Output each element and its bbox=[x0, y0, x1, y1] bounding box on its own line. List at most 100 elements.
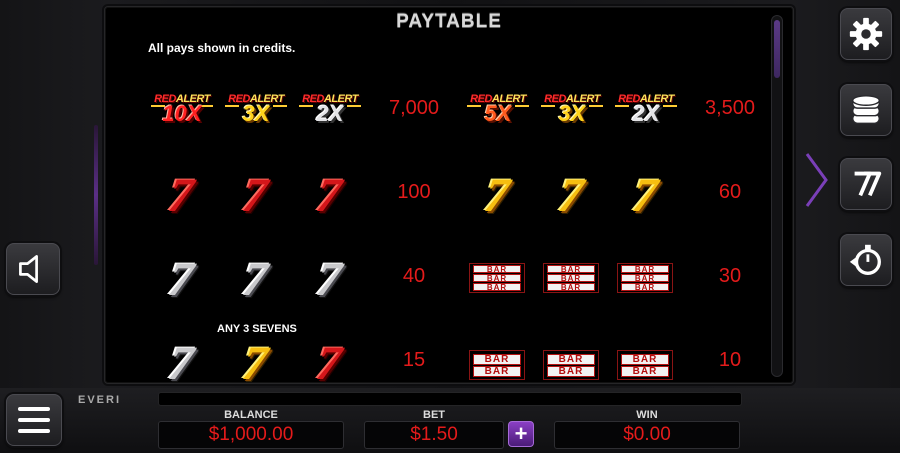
chevron-right-icon bbox=[804, 150, 830, 215]
message-bar bbox=[158, 392, 742, 406]
gold-seven-symbol: 7 bbox=[223, 337, 285, 390]
red-seven-symbol: 7 bbox=[149, 169, 211, 222]
triple-bar-block: BAR BAR BAR bbox=[543, 263, 599, 293]
multiplier-label: 10X bbox=[162, 101, 202, 126]
multiplier-label: 5X bbox=[484, 101, 512, 126]
pay-amount: 40 bbox=[402, 265, 426, 287]
multiplier-label: 2X bbox=[316, 101, 344, 126]
gold-seven-glyph: 7 bbox=[555, 169, 587, 222]
paytable-scrollbar[interactable] bbox=[771, 15, 783, 377]
red-alert-logo: REDALERT 2X bbox=[615, 91, 677, 131]
paytable-row: 7 7 7 40 BAR BAR BAR BAR BAR BAR BAR BAR BAR 30 bbox=[105, 253, 745, 313]
any-three-sevens-label: ANY 3 SEVENS bbox=[217, 323, 297, 335]
gold-seven-symbol: 7 bbox=[613, 169, 675, 222]
balance-meter: BALANCE $1,000.00 bbox=[158, 409, 344, 449]
sound-button[interactable] bbox=[6, 243, 60, 295]
multiplier-label: 2X bbox=[632, 101, 660, 126]
hamburger-icon bbox=[18, 407, 50, 433]
silver-seven-glyph: 7 bbox=[239, 253, 271, 306]
red-alert-logo: REDALERT 3X bbox=[541, 91, 603, 131]
balance-value: $1,000.00 bbox=[158, 421, 344, 449]
silver-seven-symbol: 7 bbox=[149, 253, 211, 306]
scroll-thumb[interactable] bbox=[774, 20, 780, 78]
triple-bar-block: BAR BAR BAR bbox=[469, 263, 525, 293]
triple-bar-symbol: BAR BAR BAR bbox=[465, 257, 527, 303]
bet-label: BET bbox=[423, 409, 445, 421]
red-alert-3x-symbol: REDALERT 3X bbox=[539, 89, 603, 135]
left-edge-glow bbox=[94, 125, 98, 265]
bar-label: BAR bbox=[547, 274, 595, 283]
red-alert-logo: REDALERT 2X bbox=[299, 91, 361, 131]
silver-seven-glyph: 7 bbox=[313, 253, 345, 306]
double-bar-symbol: BAR BAR bbox=[613, 341, 675, 387]
silver-seven-symbol: 7 bbox=[149, 337, 211, 390]
paytable-button[interactable] bbox=[840, 158, 892, 210]
red-seven-symbol: 7 bbox=[297, 337, 359, 390]
double-bar-symbol: BAR BAR bbox=[539, 341, 601, 387]
bar-label: BAR bbox=[473, 283, 521, 292]
pay-amount: 100 bbox=[397, 181, 431, 203]
paytable-row: 7 7 7 100 7 7 7 60 bbox=[105, 169, 745, 229]
multiplier-label: 3X bbox=[242, 101, 270, 126]
double-bar-block: BAR BAR bbox=[543, 350, 599, 380]
bar-label: BAR bbox=[547, 365, 595, 377]
balance-label: BALANCE bbox=[224, 409, 278, 421]
brand-text: EVERI bbox=[78, 394, 122, 406]
bar-label: BAR bbox=[473, 265, 521, 274]
bar-label: BAR bbox=[621, 353, 669, 365]
red-alert-logo: REDALERT 3X bbox=[225, 91, 287, 131]
red-alert-logo: REDALERT 5X bbox=[467, 91, 529, 131]
triple-bar-symbol: BAR BAR BAR bbox=[613, 257, 675, 303]
multiplier-label: 3X bbox=[558, 101, 586, 126]
triple-bar-block: BAR BAR BAR bbox=[617, 263, 673, 293]
coin-stack-icon bbox=[851, 95, 881, 125]
bar-label: BAR bbox=[547, 283, 595, 292]
gold-seven-glyph: 7 bbox=[481, 169, 513, 222]
bar-label: BAR bbox=[621, 274, 669, 283]
double-bar-block: BAR BAR bbox=[617, 350, 673, 380]
pay-amount: 30 bbox=[718, 265, 742, 287]
denomination-button[interactable] bbox=[840, 84, 892, 136]
triple-bar-symbol: BAR BAR BAR bbox=[539, 257, 601, 303]
pay-combination: REDALERT 10X REDALERT 3X REDALERT 2X 7,000 bbox=[149, 85, 449, 145]
paytable-row: REDALERT 10X REDALERT 3X REDALERT 2X 7,000 REDA… bbox=[105, 85, 755, 145]
red-alert-2x-symbol: REDALERT 2X bbox=[613, 89, 677, 135]
bar-label: BAR bbox=[473, 353, 521, 365]
win-value: $0.00 bbox=[554, 421, 740, 449]
red-alert-5x-symbol: REDALERT 5X bbox=[465, 89, 529, 135]
gold-seven-symbol: 7 bbox=[465, 169, 527, 222]
silver-seven-glyph: 7 bbox=[165, 253, 197, 306]
bar-label: BAR bbox=[621, 265, 669, 274]
game-history-button[interactable] bbox=[840, 234, 892, 286]
sevens-icon bbox=[854, 171, 882, 197]
paytable-panel: PAYTABLE All pays shown in credits. REDA… bbox=[104, 6, 794, 390]
red-alert-2x-symbol: REDALERT 2X bbox=[297, 89, 361, 135]
red-alert-logo: REDALERT 10X bbox=[151, 91, 213, 131]
pay-amount: 60 bbox=[718, 181, 742, 203]
win-label: WIN bbox=[636, 409, 658, 421]
win-meter: WIN $0.00 bbox=[554, 409, 740, 449]
menu-button[interactable] bbox=[6, 394, 62, 446]
double-bar-symbol: BAR BAR bbox=[465, 341, 527, 387]
bar-label: BAR bbox=[473, 365, 521, 377]
gold-seven-symbol: 7 bbox=[539, 169, 601, 222]
bet-value[interactable]: $1.50 bbox=[364, 421, 504, 449]
red-seven-glyph: 7 bbox=[165, 169, 197, 222]
bet-increase-button[interactable]: + bbox=[508, 421, 534, 447]
bar-label: BAR bbox=[547, 265, 595, 274]
gold-seven-glyph: 7 bbox=[629, 169, 661, 222]
red-alert-10x-symbol: REDALERT 10X bbox=[149, 89, 213, 135]
bar-label: BAR bbox=[473, 274, 521, 283]
silver-seven-symbol: 7 bbox=[297, 253, 359, 306]
pay-amount: 15 bbox=[402, 349, 426, 371]
red-seven-symbol: 7 bbox=[223, 169, 285, 222]
pay-combination: 7 7 7 100 bbox=[149, 169, 449, 229]
silver-seven-symbol: 7 bbox=[223, 253, 285, 306]
pay-amount: 3,500 bbox=[704, 97, 756, 119]
red-seven-glyph: 7 bbox=[239, 169, 271, 222]
settings-button[interactable] bbox=[840, 8, 892, 60]
pay-combination: 7 7 7 40 bbox=[149, 253, 449, 313]
game-screen: PAYTABLE All pays shown in credits. REDA… bbox=[0, 0, 900, 453]
bet-meter[interactable]: BET $1.50 bbox=[364, 409, 504, 449]
red-seven-glyph: 7 bbox=[313, 337, 345, 390]
